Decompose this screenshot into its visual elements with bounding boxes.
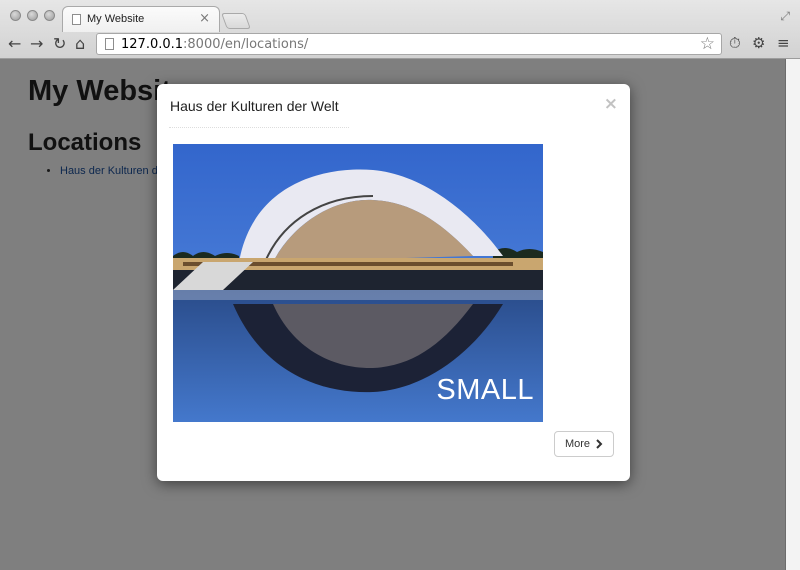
zoom-window-button[interactable] <box>44 10 55 21</box>
more-button-label: More <box>564 438 591 450</box>
back-icon[interactable]: ← <box>8 35 21 53</box>
scrollbar[interactable] <box>785 59 800 570</box>
modal-title: Haus der Kulturen der Welt <box>170 98 339 114</box>
url-text[interactable]: 127.0.0.1:8000/en/locations/ <box>121 37 308 52</box>
home-icon[interactable]: ⌂ <box>75 35 85 53</box>
tab-title: My Website <box>87 13 145 25</box>
minimize-window-button[interactable] <box>27 10 38 21</box>
menu-icon[interactable]: ≡ <box>777 34 790 52</box>
window-controls <box>10 10 55 21</box>
star-icon[interactable]: ☆ <box>700 34 715 54</box>
location-photo: SMALL <box>173 144 543 422</box>
photo-size-label: SMALL <box>436 374 534 406</box>
more-button[interactable]: More <box>554 431 614 457</box>
close-icon[interactable]: × <box>604 94 618 114</box>
url-host: 127.0.0.1 <box>121 37 184 52</box>
timer-icon[interactable]: ⏱ <box>729 34 741 52</box>
page-icon <box>105 38 114 50</box>
fullscreen-icon[interactable]: ⤢ <box>780 9 790 24</box>
close-window-button[interactable] <box>10 10 21 21</box>
location-modal: Haus der Kulturen der Welt × SMALL More <box>157 84 630 481</box>
browser-chrome: My Website × ⤢ ← → ↻ ⌂ 127.0.0.1:8000/en… <box>0 0 800 59</box>
divider <box>169 127 349 128</box>
browser-tab[interactable]: My Website × <box>62 6 220 32</box>
gear-icon[interactable]: ⚙ <box>752 34 765 52</box>
tab-close-icon[interactable]: × <box>199 11 210 26</box>
page-icon <box>72 14 81 25</box>
new-tab-button[interactable] <box>221 13 251 29</box>
chevron-right-icon <box>595 439 603 449</box>
reload-icon[interactable]: ↻ <box>53 35 66 53</box>
address-bar[interactable]: 127.0.0.1:8000/en/locations/ ☆ <box>96 33 722 55</box>
url-path: :8000/en/locations/ <box>183 37 309 52</box>
forward-icon[interactable]: → <box>30 35 43 53</box>
